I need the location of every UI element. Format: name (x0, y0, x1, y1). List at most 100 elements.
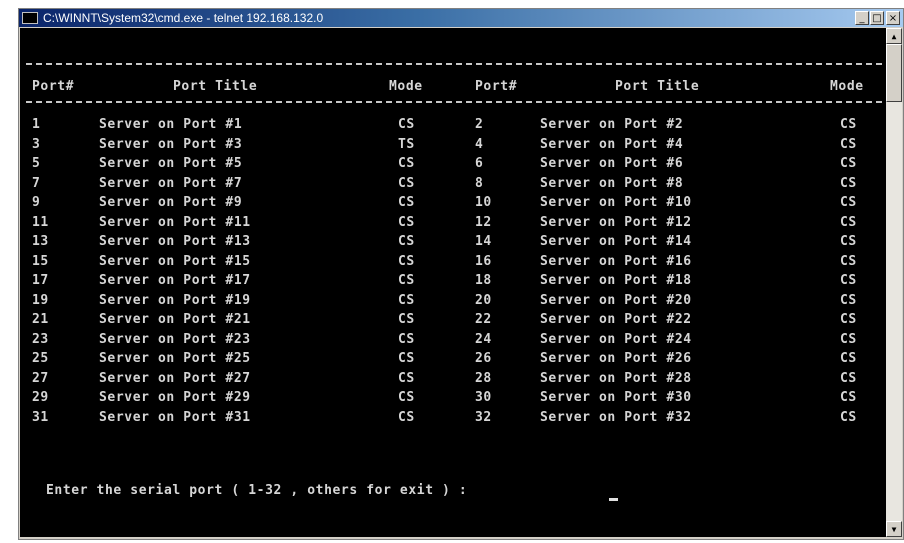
port-number: 32 (475, 409, 492, 425)
port-mode: CS (398, 214, 415, 230)
port-number: 20 (475, 292, 492, 308)
port-mode: CS (398, 156, 415, 171)
port-title: Server on Port #8 (540, 175, 684, 191)
port-title: Server on Port #12 (540, 214, 692, 230)
port-number: 1 (32, 117, 41, 132)
port-number: 9 (32, 195, 41, 210)
port-number: 26 (475, 351, 492, 366)
port-number: 13 (32, 234, 49, 249)
port-mode: CS (840, 273, 857, 288)
port-number: 7 (32, 175, 41, 191)
port-mode: CS (398, 409, 415, 425)
port-title: Server on Port #5 (99, 156, 243, 171)
port-number: 6 (475, 156, 484, 171)
vertical-scrollbar[interactable]: ▲ ▼ (886, 28, 902, 537)
port-title: Server on Port #9 (99, 195, 243, 210)
port-mode: CS (840, 175, 857, 191)
header-port-title-right: Port Title (615, 79, 700, 94)
port-mode: CS (840, 156, 857, 171)
port-number: 21 (32, 312, 49, 327)
port-title: Server on Port #25 (99, 351, 251, 366)
port-mode: CS (840, 331, 857, 347)
port-number: 17 (32, 273, 49, 288)
port-title: Server on Port #1 (99, 117, 243, 132)
port-number: 15 (32, 253, 49, 269)
port-number: 4 (475, 136, 484, 152)
port-title: Server on Port #16 (540, 253, 692, 269)
port-number: 5 (32, 156, 41, 171)
header-mode-right: Mode (830, 79, 864, 94)
port-mode: CS (840, 390, 857, 405)
port-mode: CS (840, 370, 857, 386)
port-mode: CS (840, 351, 857, 366)
serial-port-prompt: Enter the serial port ( 1-32 , others fo… (46, 483, 468, 498)
port-number: 16 (475, 253, 492, 269)
close-button[interactable]: × (886, 11, 900, 25)
port-title: Server on Port #32 (540, 409, 692, 425)
port-title: Server on Port #23 (99, 331, 251, 347)
port-mode: CS (398, 253, 415, 269)
port-mode: CS (840, 409, 857, 425)
port-mode: CS (398, 331, 415, 347)
port-number: 22 (475, 312, 492, 327)
port-title: Server on Port #19 (99, 292, 251, 308)
port-number: 31 (32, 409, 49, 425)
header-top-divider (26, 63, 882, 65)
scroll-down-arrow-icon[interactable]: ▼ (886, 521, 902, 537)
port-title: Server on Port #14 (540, 234, 692, 249)
port-title: Server on Port #26 (540, 351, 692, 366)
port-title: Server on Port #22 (540, 312, 692, 327)
port-title: Server on Port #13 (99, 234, 251, 249)
port-title: Server on Port #7 (99, 175, 243, 191)
port-number: 28 (475, 370, 492, 386)
port-title: Server on Port #15 (99, 253, 251, 269)
console-icon[interactable] (22, 12, 38, 24)
port-mode: CS (840, 136, 857, 152)
header-bottom-divider (26, 101, 882, 103)
console-output[interactable]: Port# Port Title Mode Port# Port Title M… (20, 28, 886, 537)
port-mode: TS (398, 136, 415, 152)
port-title: Server on Port #28 (540, 370, 692, 386)
port-mode: CS (398, 370, 415, 386)
port-number: 2 (475, 117, 484, 132)
scroll-up-arrow-icon[interactable]: ▲ (886, 28, 902, 44)
port-mode: CS (398, 195, 415, 210)
port-title: Server on Port #4 (540, 136, 684, 152)
title-bar[interactable]: C:\WINNT\System32\cmd.exe - telnet 192.1… (19, 9, 903, 27)
port-title: Server on Port #21 (99, 312, 251, 327)
header-port-number-right: Port# (475, 79, 518, 94)
port-number: 19 (32, 292, 49, 308)
console-window: C:\WINNT\System32\cmd.exe - telnet 192.1… (18, 8, 904, 540)
port-mode: CS (840, 195, 857, 210)
header-port-number-left: Port# (32, 79, 75, 94)
port-mode: CS (398, 312, 415, 327)
port-number: 29 (32, 390, 49, 405)
port-number: 10 (475, 195, 492, 210)
scroll-thumb[interactable] (886, 44, 902, 102)
port-title: Server on Port #29 (99, 390, 251, 405)
port-mode: CS (398, 292, 415, 308)
port-mode: CS (398, 234, 415, 249)
header-port-title-left: Port Title (173, 79, 258, 94)
minimize-button[interactable]: _ (855, 11, 869, 25)
header-mode-left: Mode (389, 79, 423, 94)
port-title: Server on Port #31 (99, 409, 251, 425)
port-title: Server on Port #20 (540, 292, 692, 308)
port-title: Server on Port #30 (540, 390, 692, 405)
input-cursor[interactable] (609, 498, 618, 501)
port-title: Server on Port #10 (540, 195, 692, 210)
port-number: 11 (32, 214, 49, 230)
port-number: 25 (32, 351, 49, 366)
window-title: C:\WINNT\System32\cmd.exe - telnet 192.1… (43, 11, 324, 25)
port-number: 30 (475, 390, 492, 405)
port-number: 12 (475, 214, 492, 230)
port-mode: CS (398, 117, 415, 132)
port-number: 18 (475, 273, 492, 288)
maximize-button[interactable]: □ (870, 11, 884, 25)
port-title: Server on Port #11 (99, 214, 251, 230)
port-title: Server on Port #2 (540, 117, 684, 132)
port-title: Server on Port #18 (540, 273, 692, 288)
port-number: 14 (475, 234, 492, 249)
port-title: Server on Port #6 (540, 156, 684, 171)
port-title: Server on Port #3 (99, 136, 243, 152)
